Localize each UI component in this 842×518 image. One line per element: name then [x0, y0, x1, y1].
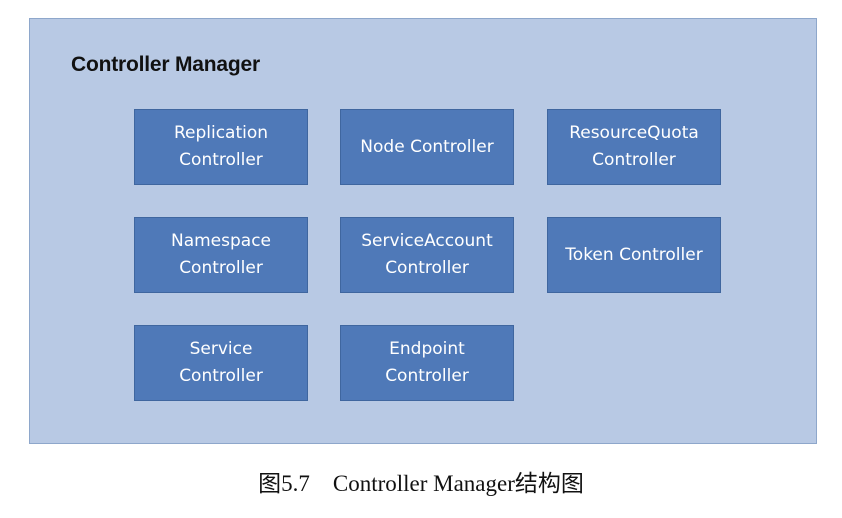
resourcequota-controller-box: ResourceQuota Controller [547, 109, 721, 185]
controller-manager-panel: Controller Manager Replication Controlle… [29, 18, 817, 444]
token-controller-box: Token Controller [547, 217, 721, 293]
service-controller-box: Service Controller [134, 325, 308, 401]
namespace-controller-box: Namespace Controller [134, 217, 308, 293]
endpoint-controller-box: Endpoint Controller [340, 325, 514, 401]
node-controller-box: Node Controller [340, 109, 514, 185]
figure-canvas: Controller Manager Replication Controlle… [0, 0, 842, 518]
serviceaccount-controller-box: ServiceAccount Controller [340, 217, 514, 293]
panel-title: Controller Manager [71, 53, 260, 76]
figure-caption: 图5.7 Controller Manager结构图 [258, 471, 584, 496]
replication-controller-box: Replication Controller [134, 109, 308, 185]
